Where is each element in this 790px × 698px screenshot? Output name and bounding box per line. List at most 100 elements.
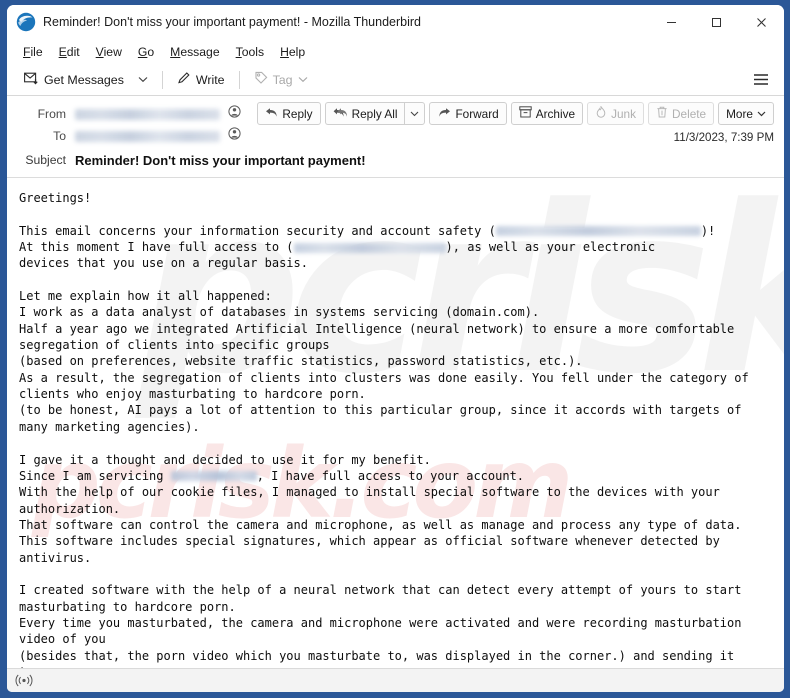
body-blank-line xyxy=(19,206,774,222)
message-actions: Reply Reply All xyxy=(257,102,774,144)
body-line: devices that you use on a regular basis. xyxy=(19,255,774,271)
body-line: As a result, the segregation of clients … xyxy=(19,370,774,386)
body-blank-line xyxy=(19,566,774,582)
to-label: To xyxy=(17,129,75,143)
get-messages-label: Get Messages xyxy=(44,73,124,87)
title-bar: Reminder! Don't miss your important paym… xyxy=(7,5,784,39)
body-line: Since I am servicing , I have full acces… xyxy=(19,468,774,484)
network-activity-icon xyxy=(13,673,35,689)
junk-button[interactable]: Junk xyxy=(587,102,644,125)
forward-arrow-icon xyxy=(437,107,451,121)
menu-help[interactable]: Help xyxy=(272,42,313,62)
close-icon[interactable] xyxy=(739,5,784,39)
maximize-icon[interactable] xyxy=(694,5,739,39)
chevron-down-icon xyxy=(138,75,148,85)
reply-all-arrow-icon xyxy=(333,107,348,121)
body-line: With the help of our cookie files, I man… xyxy=(19,484,774,500)
hamburger-menu-icon[interactable] xyxy=(746,70,776,89)
toolbar-separator-2 xyxy=(239,71,240,89)
menu-edit-accel: E xyxy=(59,45,67,59)
redacted-text xyxy=(294,243,446,253)
menu-view-label: iew xyxy=(104,45,122,59)
toolbar-separator xyxy=(162,71,163,89)
chevron-down-icon xyxy=(298,75,308,85)
body-line: Every time you masturbated, the camera a… xyxy=(19,615,774,631)
reply-button[interactable]: Reply xyxy=(257,102,320,125)
window-border: Reminder! Don't miss your important paym… xyxy=(0,0,790,698)
body-line: (based on preferences, website traffic s… xyxy=(19,353,774,369)
message-body-text: Greetings! This email concerns your info… xyxy=(19,190,774,668)
junk-label: Junk xyxy=(611,107,636,121)
more-label: More xyxy=(726,107,753,121)
trash-can-icon xyxy=(656,106,668,121)
menu-help-label: elp xyxy=(289,45,305,59)
body-line: (besides that, the porn video which you … xyxy=(19,648,774,664)
reply-all-split-button: Reply All xyxy=(325,102,426,125)
contact-person-icon[interactable] xyxy=(228,105,241,123)
to-value-redacted[interactable] xyxy=(75,131,220,142)
minimize-icon[interactable] xyxy=(649,5,694,39)
menu-file[interactable]: File xyxy=(15,42,51,62)
menu-view[interactable]: View xyxy=(88,42,130,62)
thunderbird-logo-icon xyxy=(15,11,37,33)
chevron-down-icon xyxy=(410,109,419,119)
tag-button[interactable]: Tag xyxy=(247,68,315,91)
menu-bar: File Edit View Go Message Tools Help xyxy=(7,39,784,64)
message-date: 11/3/2023, 7:39 PM xyxy=(674,131,774,144)
body-line: I gave it a thought and decided to use i… xyxy=(19,452,774,468)
menu-message[interactable]: Message xyxy=(162,42,227,62)
forward-label: Forward xyxy=(455,107,498,121)
body-line: video of you xyxy=(19,631,774,647)
message-header: From To Subject Reminder! Don't miss you… xyxy=(7,96,784,178)
menu-help-accel: H xyxy=(280,45,289,59)
body-line: many marketing agencies). xyxy=(19,419,774,435)
body-line: segregation of clients into specific gro… xyxy=(19,337,774,353)
chevron-down-icon xyxy=(757,109,766,119)
body-line: masturbating to hardcore porn. xyxy=(19,599,774,615)
body-line: This software includes special signature… xyxy=(19,533,774,549)
subject-label: Subject xyxy=(17,153,75,167)
archive-button[interactable]: Archive xyxy=(511,102,583,125)
body-line: At this moment I have full access to (),… xyxy=(19,239,774,255)
body-line: Let me explain how it all happened: xyxy=(19,288,774,304)
menu-view-accel: V xyxy=(96,45,104,59)
forward-button[interactable]: Forward xyxy=(429,102,506,125)
tag-label: Tag xyxy=(273,73,293,87)
tag-icon xyxy=(254,71,268,88)
reply-label: Reply xyxy=(282,107,312,121)
menu-go-accel: G xyxy=(138,45,147,59)
get-messages-button[interactable]: Get Messages xyxy=(17,69,131,91)
menu-tools-label: ools xyxy=(242,45,264,59)
write-label: Write xyxy=(196,73,225,87)
get-mail-icon xyxy=(24,72,39,88)
body-line: That software can control the camera and… xyxy=(19,517,774,533)
main-toolbar: Get Messages Write Tag xyxy=(7,64,784,96)
menu-file-label: ile xyxy=(30,45,42,59)
reply-all-label: Reply All xyxy=(352,107,398,121)
delete-button[interactable]: Delete xyxy=(648,102,714,125)
redacted-text xyxy=(496,226,701,236)
window-title: Reminder! Don't miss your important paym… xyxy=(43,15,649,29)
thunderbird-window: Reminder! Don't miss your important paym… xyxy=(7,5,784,692)
reply-all-button[interactable]: Reply All xyxy=(325,102,405,125)
from-label: From xyxy=(17,107,75,121)
write-button[interactable]: Write xyxy=(170,68,232,91)
menu-tools[interactable]: Tools xyxy=(228,42,272,62)
reply-arrow-icon xyxy=(265,107,278,121)
window-controls xyxy=(649,5,784,39)
contact-person-icon[interactable] xyxy=(228,127,241,145)
more-button[interactable]: More xyxy=(718,102,774,125)
pencil-icon xyxy=(177,71,191,88)
menu-message-label: essage xyxy=(180,45,219,59)
reply-all-dropdown[interactable] xyxy=(404,102,425,125)
get-messages-dropdown[interactable] xyxy=(131,72,155,88)
from-value-redacted[interactable] xyxy=(75,109,220,120)
body-line: (to be honest, AI pays a lot of attentio… xyxy=(19,402,774,418)
body-line: authorization. xyxy=(19,501,774,517)
body-line: I work as a data analyst of databases in… xyxy=(19,304,774,320)
menu-edit[interactable]: Edit xyxy=(51,42,88,62)
menu-go[interactable]: Go xyxy=(130,42,162,62)
body-line: clients who enjoy masturbating to hardco… xyxy=(19,386,774,402)
message-body: pcrisk pcrisk.com Greetings! This email … xyxy=(7,178,784,668)
subject-row: Subject Reminder! Don't miss your import… xyxy=(17,149,774,171)
